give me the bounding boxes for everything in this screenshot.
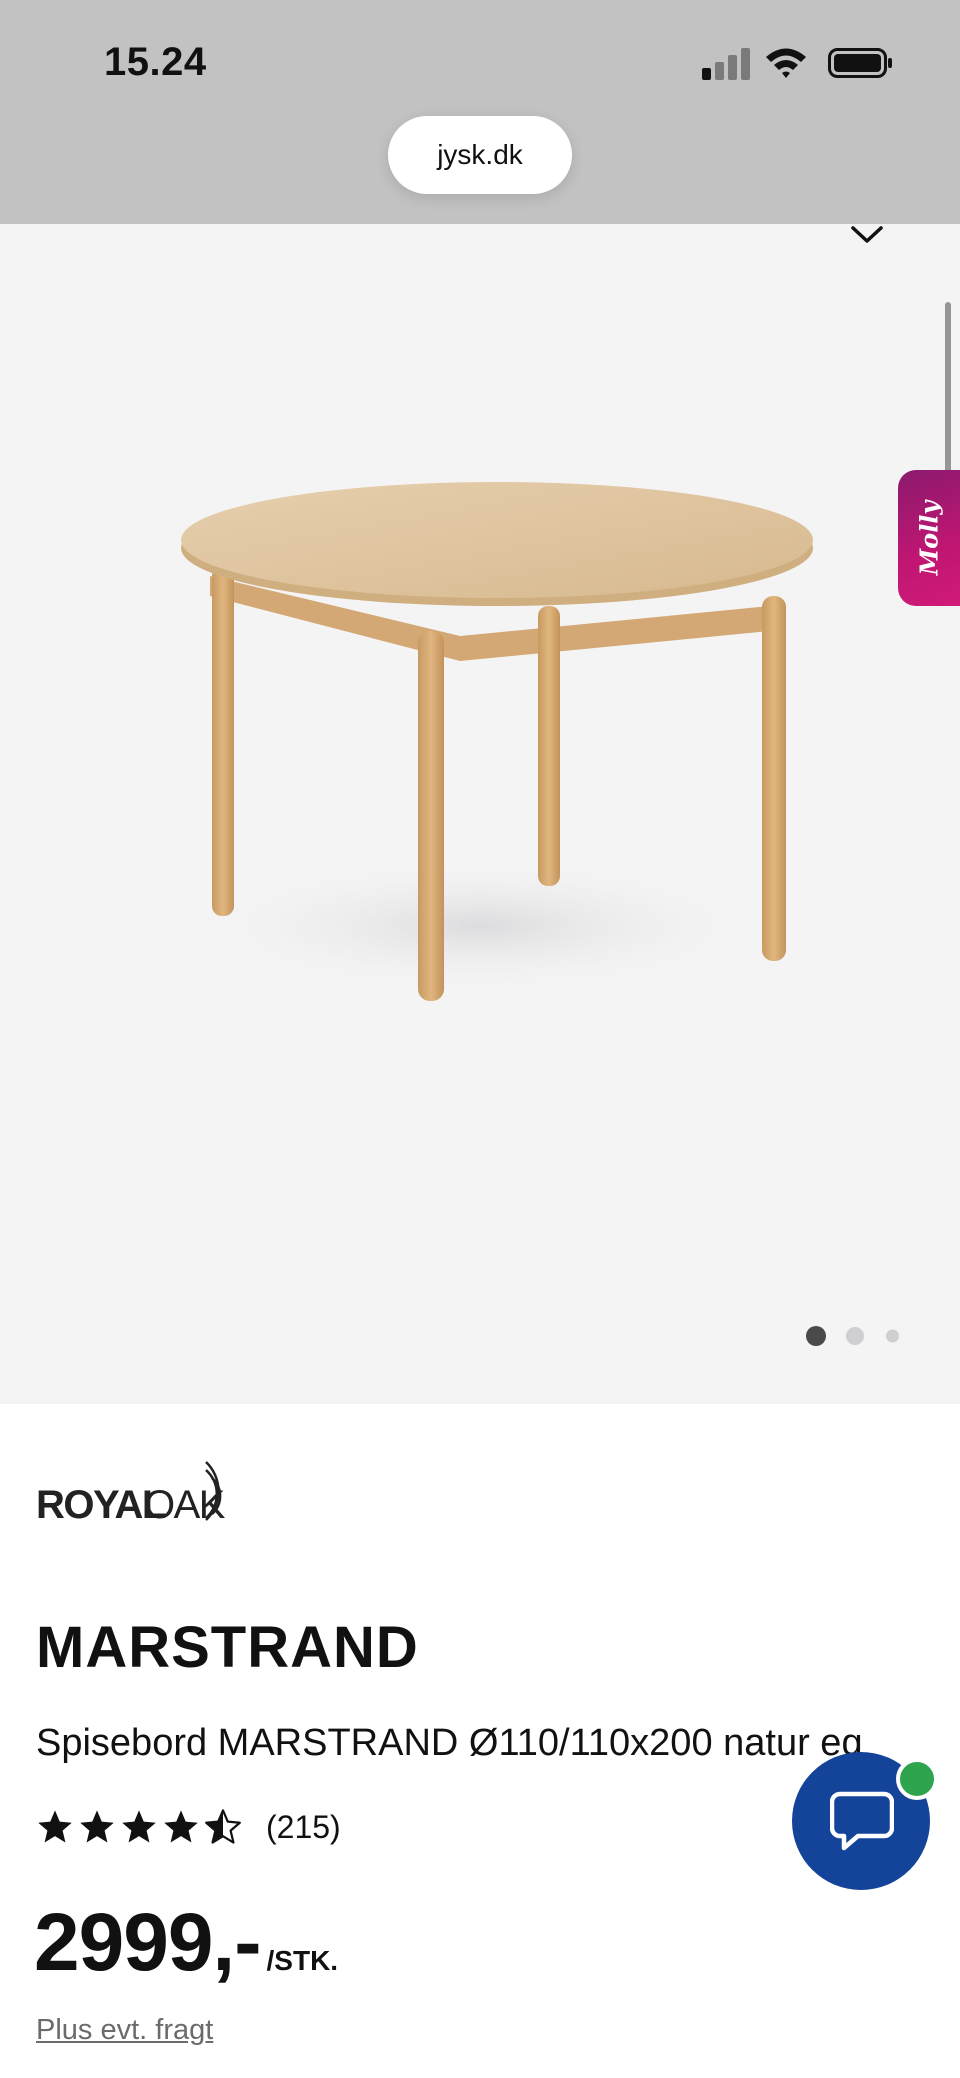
- carousel-dot-1[interactable]: [806, 1326, 826, 1346]
- product-rating[interactable]: (215): [36, 1802, 341, 1852]
- star-full-icon: [122, 1810, 156, 1843]
- shipping-link[interactable]: Plus evt. fragt: [36, 2014, 213, 2047]
- star-full-icon: [38, 1810, 72, 1843]
- product-image: [180, 482, 813, 1001]
- status-bar: 15.24 jysk.dk: [0, 0, 960, 224]
- chat-bubble-icon: [830, 1791, 894, 1851]
- battery-icon: [828, 48, 892, 78]
- rating-stars: [36, 1808, 242, 1846]
- carousel-dot-2[interactable]: [846, 1327, 864, 1345]
- molly-side-tab[interactable]: Molly: [898, 470, 960, 606]
- svg-text:OAK: OAK: [144, 1483, 226, 1522]
- product-description: Spisebord MARSTRAND Ø110/110x200 natur e…: [36, 1722, 863, 1764]
- status-time: 15.24: [104, 40, 207, 84]
- signal-icon: [702, 46, 752, 80]
- online-status-dot: [896, 1758, 938, 1800]
- molly-label: Molly: [914, 500, 944, 576]
- product-price: 2999,- /STK.: [34, 1896, 338, 1990]
- carousel-indicator: [806, 1324, 916, 1348]
- url-bar[interactable]: jysk.dk: [388, 116, 572, 194]
- product-title: MARSTRAND: [36, 1615, 419, 1680]
- wifi-icon: [766, 48, 806, 78]
- product-gallery[interactable]: Molly: [0, 224, 960, 1404]
- star-full-icon: [164, 1810, 198, 1843]
- review-count[interactable]: (215): [266, 1809, 341, 1846]
- star-full-icon: [80, 1810, 114, 1843]
- star-half-icon: [205, 1809, 241, 1844]
- carousel-dot-3[interactable]: [886, 1329, 899, 1343]
- chevron-down-icon[interactable]: [850, 224, 884, 246]
- price-unit: /STK.: [266, 1945, 339, 1976]
- brand-logo[interactable]: ROYAL OAK: [36, 1460, 252, 1522]
- price-value: 2999,-: [34, 1897, 262, 1988]
- scrollbar[interactable]: [945, 302, 951, 488]
